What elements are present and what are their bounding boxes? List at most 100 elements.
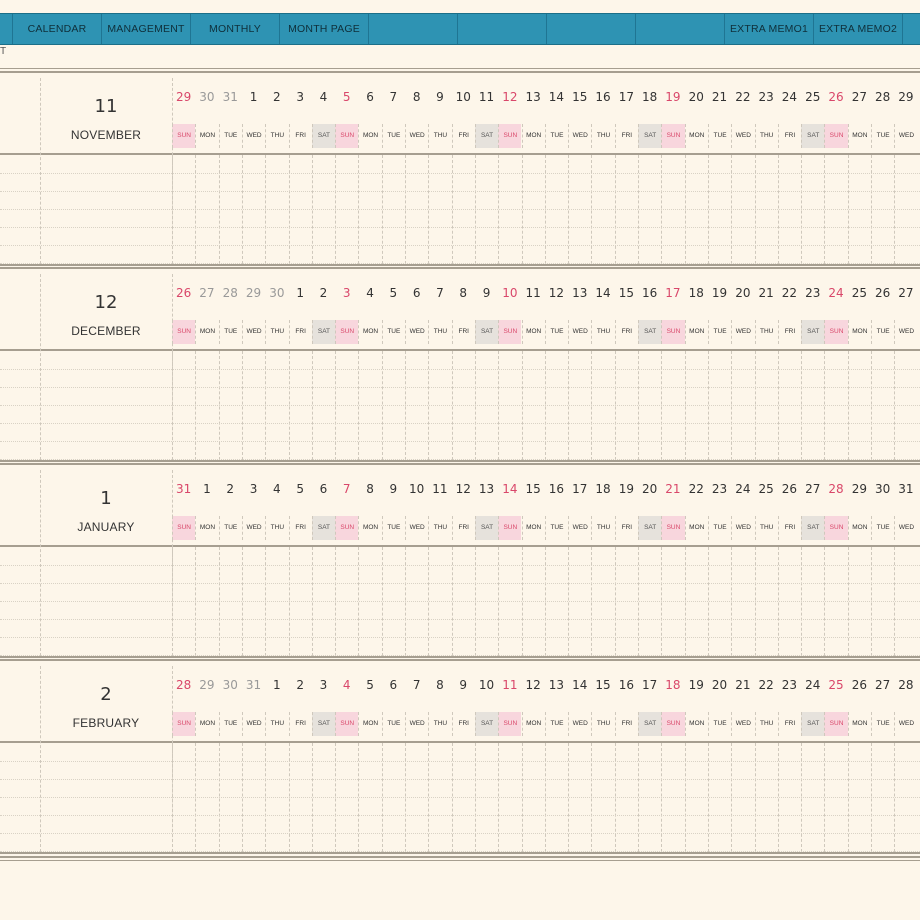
day-cell[interactable]: 21 TUE bbox=[707, 90, 731, 152]
day-cell[interactable]: 18 SAT bbox=[638, 90, 662, 152]
day-cell[interactable]: 9 SAT bbox=[474, 286, 499, 348]
day-cell[interactable]: 12 FRI bbox=[451, 482, 475, 544]
day-cell[interactable]: 7 SUN bbox=[335, 482, 359, 544]
day-cell[interactable]: 4 SUN bbox=[335, 678, 359, 740]
day-cell[interactable]: 11 MON bbox=[521, 286, 545, 348]
nav-tab-monthly[interactable]: MONTHLY bbox=[190, 14, 279, 44]
day-cell[interactable]: 30 TUE bbox=[218, 678, 242, 740]
day-cell[interactable]: 1 MON bbox=[195, 482, 218, 544]
day-cell[interactable]: 16 SAT bbox=[638, 286, 662, 348]
day-cell[interactable]: 23 SAT bbox=[801, 286, 825, 348]
day-cell[interactable]: 22 FRI bbox=[777, 286, 801, 348]
day-cell[interactable]: 6 SAT bbox=[311, 482, 336, 544]
day-cell[interactable]: 21 THU bbox=[754, 286, 778, 348]
day-cell[interactable]: 8 WED bbox=[405, 90, 428, 152]
day-cell[interactable]: 25 THU bbox=[754, 482, 778, 544]
day-cell[interactable]: 6 TUE bbox=[381, 678, 405, 740]
day-cell[interactable]: 20 MON bbox=[684, 90, 708, 152]
day-cell[interactable]: 3 SAT bbox=[311, 678, 336, 740]
day-cell[interactable]: 9 THU bbox=[428, 90, 451, 152]
day-cell[interactable]: 30 THU bbox=[265, 286, 288, 348]
day-cell[interactable]: 14 TUE bbox=[544, 90, 568, 152]
day-cell[interactable]: 13 TUE bbox=[544, 678, 568, 740]
day-cell[interactable]: 28 SUN bbox=[824, 482, 848, 544]
day-cell[interactable]: 4 MON bbox=[358, 286, 381, 348]
nav-tab-empty-10[interactable] bbox=[902, 14, 920, 44]
day-cell[interactable]: 24 SAT bbox=[801, 678, 825, 740]
day-cell[interactable]: 19 MON bbox=[684, 678, 708, 740]
day-cell[interactable]: 27 MON bbox=[847, 90, 871, 152]
day-cell[interactable]: 4 THU bbox=[265, 482, 288, 544]
day-cell[interactable]: 26 FRI bbox=[777, 482, 801, 544]
day-cell[interactable]: 15 THU bbox=[591, 678, 614, 740]
day-cell[interactable]: 15 MON bbox=[521, 482, 545, 544]
day-cell[interactable]: 30 MON bbox=[195, 90, 218, 152]
day-cell[interactable]: 29 MON bbox=[195, 678, 218, 740]
day-cell[interactable]: 27 WED bbox=[894, 286, 917, 348]
day-cell[interactable]: 21 WED bbox=[731, 678, 754, 740]
day-cell[interactable]: 29 WED bbox=[894, 90, 917, 152]
day-cell[interactable]: 15 WED bbox=[568, 90, 591, 152]
day-cell[interactable]: 11 SUN bbox=[498, 678, 522, 740]
day-cell[interactable]: 3 FRI bbox=[288, 90, 312, 152]
day-cell[interactable]: 9 TUE bbox=[381, 482, 405, 544]
day-cell[interactable]: 8 MON bbox=[358, 482, 381, 544]
day-cell[interactable]: 12 TUE bbox=[544, 286, 568, 348]
day-cell[interactable]: 20 WED bbox=[731, 286, 754, 348]
nav-tab-extra-memo1[interactable]: EXTRA MEMO1 bbox=[724, 14, 813, 44]
nav-tab-empty-7[interactable] bbox=[635, 14, 724, 44]
day-cell[interactable]: 12 MON bbox=[521, 678, 545, 740]
day-cell[interactable]: 8 THU bbox=[428, 678, 451, 740]
day-cell[interactable]: 22 THU bbox=[754, 678, 778, 740]
day-cell[interactable]: 11 THU bbox=[428, 482, 451, 544]
day-cell[interactable]: 5 MON bbox=[358, 678, 381, 740]
nav-tab-management[interactable]: MANAGEMENT bbox=[101, 14, 190, 44]
day-cell[interactable]: 6 WED bbox=[405, 286, 428, 348]
day-cell[interactable]: 7 TUE bbox=[381, 90, 405, 152]
day-cell[interactable]: 28 SUN bbox=[172, 678, 196, 740]
day-cell[interactable]: 30 TUE bbox=[871, 482, 894, 544]
day-cell[interactable]: 13 MON bbox=[521, 90, 545, 152]
nav-tab-calendar[interactable]: CALENDAR bbox=[12, 14, 101, 44]
day-cell[interactable]: 7 WED bbox=[405, 678, 428, 740]
day-cell[interactable]: 1 WED bbox=[241, 90, 265, 152]
day-cell[interactable]: 10 SUN bbox=[498, 286, 522, 348]
day-cell[interactable]: 18 THU bbox=[591, 482, 614, 544]
day-cell[interactable]: 17 SAT bbox=[638, 678, 662, 740]
month-memo-area[interactable] bbox=[0, 352, 920, 460]
day-cell[interactable]: 19 TUE bbox=[707, 286, 731, 348]
day-cell[interactable]: 21 SUN bbox=[661, 482, 685, 544]
day-cell[interactable]: 26 MON bbox=[847, 678, 871, 740]
day-cell[interactable]: 14 WED bbox=[568, 678, 591, 740]
day-cell[interactable]: 23 THU bbox=[754, 90, 778, 152]
day-cell[interactable]: 19 SUN bbox=[661, 90, 685, 152]
day-cell[interactable]: 6 MON bbox=[358, 90, 381, 152]
day-cell[interactable]: 23 TUE bbox=[707, 482, 731, 544]
day-cell[interactable]: 14 SUN bbox=[498, 482, 522, 544]
day-cell[interactable]: 24 WED bbox=[731, 482, 754, 544]
day-cell[interactable]: 5 SUN bbox=[335, 90, 359, 152]
day-cell[interactable]: 28 TUE bbox=[871, 90, 894, 152]
day-cell[interactable]: 10 SAT bbox=[474, 678, 499, 740]
day-cell[interactable]: 2 THU bbox=[265, 90, 288, 152]
day-cell[interactable]: 17 SUN bbox=[661, 286, 685, 348]
day-cell[interactable]: 9 FRI bbox=[451, 678, 475, 740]
day-cell[interactable]: 1 THU bbox=[265, 678, 288, 740]
day-cell[interactable]: 3 SUN bbox=[335, 286, 359, 348]
day-cell[interactable]: 27 SAT bbox=[801, 482, 825, 544]
day-cell[interactable]: 18 SUN bbox=[661, 678, 685, 740]
day-cell[interactable]: 24 SUN bbox=[824, 286, 848, 348]
day-cell[interactable]: 31 TUE bbox=[218, 90, 242, 152]
day-cell[interactable]: 26 TUE bbox=[871, 286, 894, 348]
day-cell[interactable]: 2 TUE bbox=[218, 482, 242, 544]
day-cell[interactable]: 2 FRI bbox=[288, 678, 312, 740]
day-cell[interactable]: 31 WED bbox=[241, 678, 265, 740]
day-cell[interactable]: 2 SAT bbox=[311, 286, 336, 348]
nav-tab-empty-4[interactable] bbox=[368, 14, 457, 44]
day-cell[interactable]: 4 SAT bbox=[311, 90, 336, 152]
day-cell[interactable]: 13 WED bbox=[568, 286, 591, 348]
month-memo-area[interactable] bbox=[0, 548, 920, 656]
day-cell[interactable]: 10 WED bbox=[405, 482, 428, 544]
day-cell[interactable]: 29 SUN bbox=[172, 90, 196, 152]
day-cell[interactable]: 29 MON bbox=[847, 482, 871, 544]
